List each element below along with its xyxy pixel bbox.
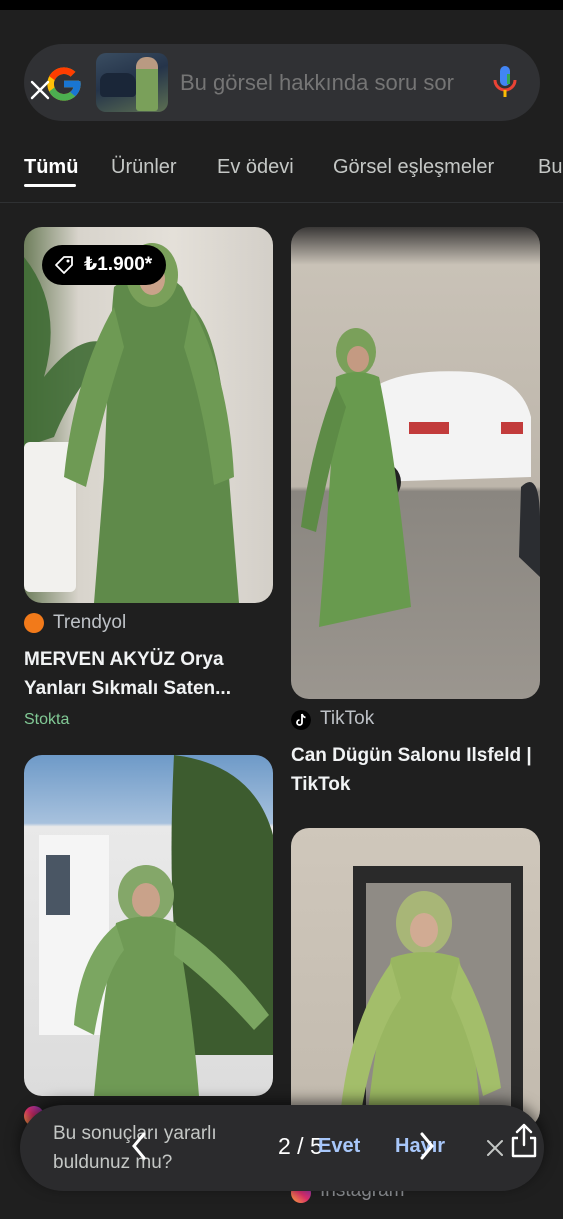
feedback-yes-button[interactable]: Evet — [318, 1135, 360, 1158]
result-image[interactable]: ₺1.900* — [24, 227, 273, 603]
tab-visual-matches[interactable]: Görsel eşleşmeler — [333, 156, 494, 179]
result-title[interactable]: Can Dügün Salonu Ilsfeld | TikTok — [291, 741, 543, 799]
result-title[interactable]: MERVEN AKYÜZ Orya Yanları Sıkmalı Saten.… — [24, 645, 274, 703]
pager-indicator: 2 / 5 — [278, 1133, 323, 1159]
feedback-question: Bu sonuçları yararlı buldunuz mu? — [53, 1123, 217, 1173]
active-tab-indicator — [24, 184, 76, 187]
stock-status: Stokta — [24, 711, 70, 728]
result-image[interactable] — [24, 755, 273, 1096]
dress-photo — [39, 755, 273, 1096]
result-image[interactable] — [291, 828, 540, 1128]
close-icon[interactable] — [29, 79, 51, 101]
filter-tabs: Tümü Ürünler Ev ödevi Görsel eşleşmeler … — [0, 150, 563, 200]
status-bar — [0, 0, 563, 10]
thumbnail-car — [100, 73, 136, 97]
chevron-right-icon[interactable] — [418, 1131, 436, 1161]
price-text: ₺1.900* — [84, 254, 153, 275]
car-and-dress-image — [301, 328, 540, 627]
result-image[interactable] — [291, 227, 540, 699]
tab-all[interactable]: Tümü — [24, 156, 78, 179]
price-tag-icon — [55, 256, 73, 274]
search-input[interactable] — [180, 68, 465, 98]
result-source[interactable]: Trendyol — [53, 612, 126, 634]
tab-homework[interactable]: Ev ödevi — [217, 156, 294, 179]
divider — [0, 202, 563, 203]
tiktok-icon — [291, 710, 311, 730]
query-image-thumbnail[interactable] — [96, 53, 168, 112]
tab-more[interactable]: Bu — [538, 156, 562, 179]
price-badge: ₺1.900* — [42, 245, 167, 285]
chevron-left-icon[interactable] — [130, 1131, 148, 1161]
search-bar[interactable] — [24, 44, 540, 121]
result-source[interactable]: TikTok — [320, 708, 374, 730]
trendyol-icon — [24, 613, 44, 633]
feedback-bar: Bu sonuçları yararlı buldunuz mu? 2 / 5 … — [20, 1105, 544, 1191]
microphone-icon[interactable] — [492, 64, 518, 100]
tab-products[interactable]: Ürünler — [111, 156, 177, 179]
close-icon[interactable] — [485, 1138, 505, 1158]
share-icon[interactable] — [509, 1123, 539, 1159]
thumbnail-figure — [136, 57, 158, 111]
dress-photo — [341, 866, 523, 1128]
